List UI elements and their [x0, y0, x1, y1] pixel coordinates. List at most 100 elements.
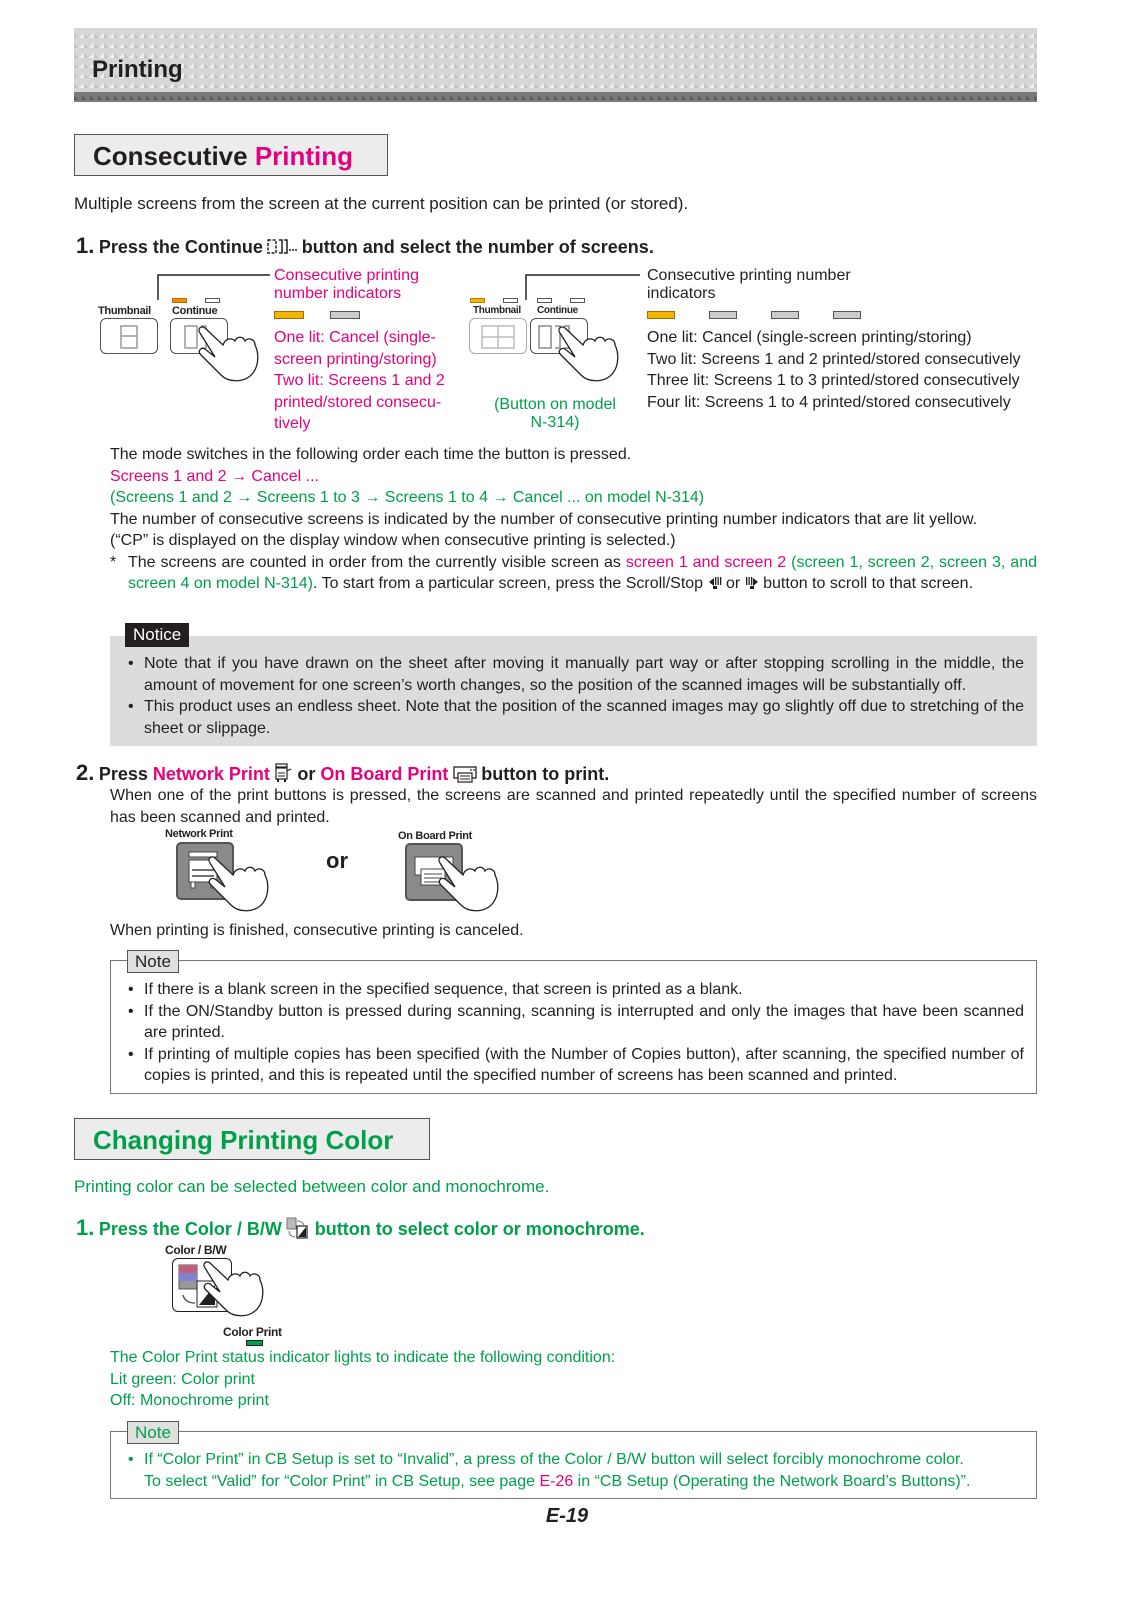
desc-line: screen printing/storing)	[274, 350, 437, 368]
left-diagram: Thumbnail Continue Consecutive printing …	[90, 265, 470, 440]
hand-pointer-icon	[198, 326, 259, 382]
thumbnail-label: Thumbnail	[98, 305, 151, 317]
notice-tag: Notice	[125, 623, 190, 647]
notice-list: Note that if you have drawn on the sheet…	[126, 653, 1024, 739]
note-line: in “CB Setup (Operating the Network Boar…	[573, 1472, 971, 1490]
legend-led-1	[647, 311, 675, 319]
legend-led-off	[330, 311, 360, 319]
step2-heading: 2. Press Network Print or On Board Print…	[76, 760, 609, 788]
footnote-text: The screens are counted in order from th…	[128, 553, 626, 571]
notice-item: Note that if you have drawn on the sheet…	[126, 653, 1024, 696]
note-tag: Note	[127, 1421, 179, 1444]
section-title-part1: Consecutive	[93, 141, 255, 171]
onboard-print-label: On Board Print	[398, 830, 473, 842]
leader-line	[525, 274, 640, 300]
desc-line: Two lit: Screens 1 and 2	[274, 372, 445, 389]
note-line: To select “Valid” for “Color Print” in C…	[144, 1472, 540, 1490]
legend-led-lit	[274, 311, 304, 319]
note-item: If “Color Print” in CB Setup is set to “…	[126, 1449, 1024, 1492]
step2-description: When one of the print buttons is pressed…	[110, 787, 1037, 826]
indicator-led-2	[205, 298, 220, 303]
desc-line: Two lit: Screens 1 and 2 printed/stored …	[647, 350, 1021, 368]
note-item: If the ON/Standby button is pressed duri…	[126, 1001, 1024, 1044]
step-text: or	[292, 764, 321, 784]
header-banner	[74, 28, 1037, 102]
step-number: 1.	[76, 1215, 95, 1240]
step-number: 2.	[76, 760, 95, 785]
hand-pointer-icon	[438, 856, 499, 912]
note-list: If there is a blank screen in the specif…	[126, 979, 1024, 1087]
desc-line: One lit: Cancel (single-screen printing/…	[647, 329, 972, 346]
indicator-title-line: Consecutive printing number	[647, 267, 851, 284]
status-line: Lit green: Color print	[110, 1370, 255, 1388]
model-caption-line: (Button on model	[494, 396, 616, 413]
onboard-print-text: On Board Print	[320, 764, 449, 784]
hand-pointer-icon	[208, 856, 269, 912]
status-line: Off: Monochrome print	[110, 1392, 269, 1409]
mode-description: The mode switches in the following order…	[110, 444, 1037, 596]
page-number: E-19	[545, 1505, 589, 1527]
header-banner-stripe	[74, 92, 1037, 102]
indicator-led-1	[172, 298, 187, 303]
step-text-before: Press the Color / B/W	[98, 1219, 282, 1239]
thumbnail-label: Thumbnail	[473, 305, 521, 316]
hand-pointer-icon	[203, 1261, 264, 1317]
consecutive-intro: Multiple screens from the screen at the …	[74, 194, 689, 213]
continue-icon	[267, 238, 298, 261]
note-tag: Note	[127, 950, 179, 973]
desc-line: printed/stored consecu-	[274, 393, 442, 411]
or-separator: or	[326, 848, 348, 873]
footnote-or: or	[725, 575, 741, 592]
scroll-forward-icon	[745, 574, 759, 596]
desc-line: Four lit: Screens 1 to 4 printed/stored …	[647, 393, 1011, 411]
footnote-mark: *	[110, 553, 117, 571]
desc-line: One lit: Cancel (single-	[274, 329, 436, 346]
cp-text: (“CP” is displayed on the display window…	[110, 532, 676, 549]
indicator-led-1	[470, 298, 485, 303]
mode-sequence-n314: (Screens 1 and 2 → Screens 1 to 3 → Scre…	[110, 489, 705, 506]
notice-item: This product uses an endless sheet. Note…	[126, 696, 1024, 739]
indicator-led-4	[570, 298, 585, 303]
color-note-list: If “Color Print” in CB Setup is set to “…	[126, 1449, 1024, 1492]
color-step1-heading: 1. Press the Color / B/W button to selec…	[76, 1215, 645, 1244]
scroll-back-icon	[708, 574, 722, 596]
section-title-part2: Printing	[254, 141, 354, 171]
note-line: If “Color Print” in CB Setup is set to “…	[144, 1451, 964, 1468]
note-item: If there is a blank screen in the specif…	[126, 979, 1024, 1001]
note-item: If printing of multiple copies has been …	[126, 1044, 1024, 1087]
step-text-before: Press the Continue	[98, 237, 263, 257]
indicator-led-2	[503, 298, 518, 303]
color-intro: Printing color can be selected between c…	[74, 1177, 550, 1196]
legend-led-2	[709, 311, 737, 319]
continue-label: Continue	[172, 305, 218, 317]
footnote-text: button to scroll to that screen.	[763, 575, 974, 592]
step-text: Press	[98, 764, 153, 784]
desc-line: Three lit: Screens 1 to 3 printed/stored…	[647, 372, 1020, 389]
step1-heading: 1. Press the Continue button and select …	[76, 233, 654, 261]
page-header-title: Printing	[92, 56, 183, 83]
network-print-label: Network Print	[165, 828, 233, 840]
color-bw-label: Color / B/W	[165, 1243, 227, 1257]
thumbnail-button[interactable]	[469, 318, 527, 354]
continue-label: Continue	[537, 305, 578, 316]
step-text-after: button and select the number of screens.	[301, 237, 654, 257]
footnote-text-pink: screen 1 and screen 2	[625, 553, 787, 571]
model-caption: (Button on model N-314)	[490, 396, 620, 432]
color-print-indicator-led	[246, 1340, 263, 1346]
indicator-description: One lit: Cancel (single-screen printing/…	[647, 327, 1021, 413]
thumbnail-button[interactable]	[100, 318, 158, 354]
mode-text: The mode switches in the following order…	[110, 446, 632, 463]
step-number: 1.	[76, 233, 95, 258]
legend-led-4	[833, 311, 861, 319]
indicator-title: Consecutive printing number indicators	[274, 267, 419, 302]
finished-text: When printing is finished, consecutive p…	[110, 922, 524, 939]
section-title-changing-color: Changing Printing Color	[74, 1118, 430, 1160]
hand-pointer-icon	[558, 326, 619, 382]
count-text: The number of consecutive screens is ind…	[110, 510, 978, 528]
right-diagram: Thumbnail Continue (Button on model N-31…	[465, 265, 1045, 440]
color-print-label: Color Print	[223, 1325, 282, 1339]
page-link-e26[interactable]: E-26	[539, 1473, 573, 1490]
footnote-text: . To start from a particular screen, pre…	[312, 575, 704, 592]
color-bw-icon	[286, 1217, 310, 1244]
step-text: button to print.	[481, 764, 610, 784]
